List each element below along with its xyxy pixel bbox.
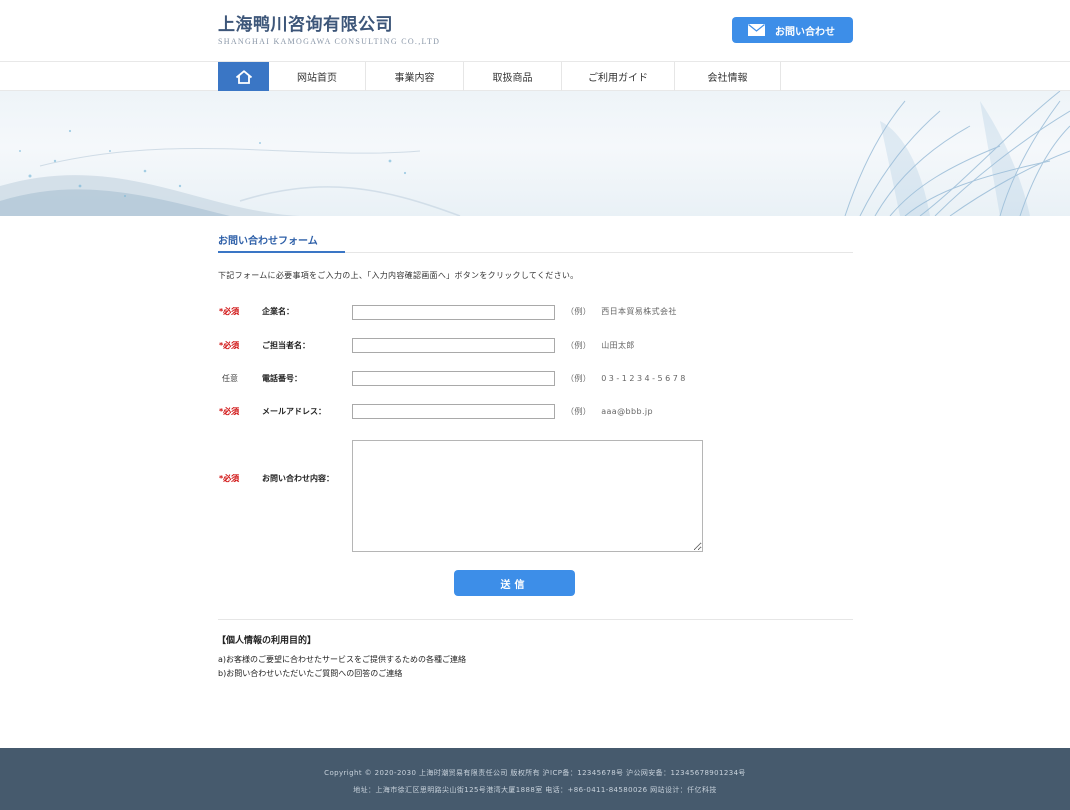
company-name-example: （例） 西日本貿易株式会社 xyxy=(566,306,677,317)
nav-label: 取扱商品 xyxy=(492,73,533,84)
mail-icon xyxy=(748,24,765,36)
banner-artwork xyxy=(0,91,1070,216)
contact-person-field[interactable] xyxy=(352,338,555,353)
email-example: （例） aaa@bbb.jp xyxy=(566,406,653,417)
main-nav: 网站首页 事業内容 取扱商品 ご利用ガイド 会社情報 xyxy=(0,61,1070,91)
nav-home-button[interactable] xyxy=(218,62,269,91)
example-value: aaa@bbb.jp xyxy=(601,407,653,416)
contact-person-example: （例） 山田太郎 xyxy=(566,340,635,351)
home-icon xyxy=(235,69,252,84)
company-name-field[interactable] xyxy=(352,305,555,320)
example-prefix: （例） xyxy=(566,407,592,416)
nav-label: 事業内容 xyxy=(394,73,435,84)
nav-label: 网站首页 xyxy=(297,73,337,84)
contact-person-label: ご担当者名： xyxy=(262,341,310,350)
hero-banner xyxy=(0,91,1070,216)
required-badge: *必須 xyxy=(219,307,240,316)
site-footer: Copyright © 2020-2030 上海时潮贸易有限责任公司 版权所有 … xyxy=(0,748,1070,810)
nav-item-guide[interactable]: ご利用ガイド xyxy=(562,62,675,91)
company-name-label: 企業名： xyxy=(262,307,294,316)
example-value: 西日本貿易株式会社 xyxy=(601,307,677,316)
submit-button[interactable]: 送信 xyxy=(454,570,575,596)
optional-badge: 任意 xyxy=(222,374,238,383)
phone-field[interactable] xyxy=(352,371,555,386)
company-name-en: SHANGHAI KAMOGAWA CONSULTING CO.,LTD xyxy=(218,37,441,46)
privacy-title: 【個人情報の利用目的】 xyxy=(217,636,317,646)
form-intro: 下記フォームに必要事項をご入力の上、「入力内容確認画面へ」ボタンをクリックしてく… xyxy=(218,271,579,280)
required-badge: *必須 xyxy=(219,407,240,416)
example-value: 山田太郎 xyxy=(601,341,635,350)
nav-item-company[interactable]: 会社情報 xyxy=(675,62,781,91)
phone-label: 電話番号： xyxy=(262,374,302,383)
copyright-text: Copyright © 2020-2030 上海时潮贸易有限责任公司 版权所有 … xyxy=(324,769,746,777)
nav-label: ご利用ガイド xyxy=(588,73,648,84)
message-textarea[interactable] xyxy=(352,440,703,552)
phone-example: （例） 03-1234-5678 xyxy=(566,373,688,384)
example-value: 03-1234-5678 xyxy=(601,374,688,383)
nav-item-business[interactable]: 事業内容 xyxy=(366,62,464,91)
contact-button[interactable]: お問い合わせ xyxy=(732,17,853,43)
email-field[interactable] xyxy=(352,404,555,419)
example-prefix: （例） xyxy=(566,374,592,383)
address-text: 地址：上海市徐汇区思明路尖山街125号港湾大厦1888室 电话：+86-0411… xyxy=(353,786,717,794)
site-header: 上海鸭川咨询有限公司 SHANGHAI KAMOGAWA CONSULTING … xyxy=(0,0,1070,62)
nav-label: 会社情報 xyxy=(707,73,748,84)
title-underline xyxy=(218,251,345,253)
message-label: お問い合わせ内容： xyxy=(262,474,334,483)
example-prefix: （例） xyxy=(566,307,592,316)
section-divider xyxy=(218,619,853,620)
privacy-line: b)お問い合わせいただいたご質問への回答のご連絡 xyxy=(218,669,403,678)
nav-item-home[interactable]: 网站首页 xyxy=(269,62,366,91)
required-badge: *必須 xyxy=(219,341,240,350)
example-prefix: （例） xyxy=(566,341,592,350)
company-logo[interactable]: 上海鸭川咨询有限公司 SHANGHAI KAMOGAWA CONSULTING … xyxy=(218,14,440,47)
form-title: お問い合わせフォーム xyxy=(218,236,318,247)
company-name-cn: 上海鸭川咨询有限公司 xyxy=(218,15,393,35)
privacy-line: a)お客様のご要望に合わせたサービスをご提供するための各種ご連絡 xyxy=(218,655,467,664)
required-badge: *必須 xyxy=(219,474,240,483)
contact-button-label: お問い合わせ xyxy=(775,26,835,38)
nav-item-products[interactable]: 取扱商品 xyxy=(464,62,562,91)
email-label: メールアドレス： xyxy=(262,407,326,416)
